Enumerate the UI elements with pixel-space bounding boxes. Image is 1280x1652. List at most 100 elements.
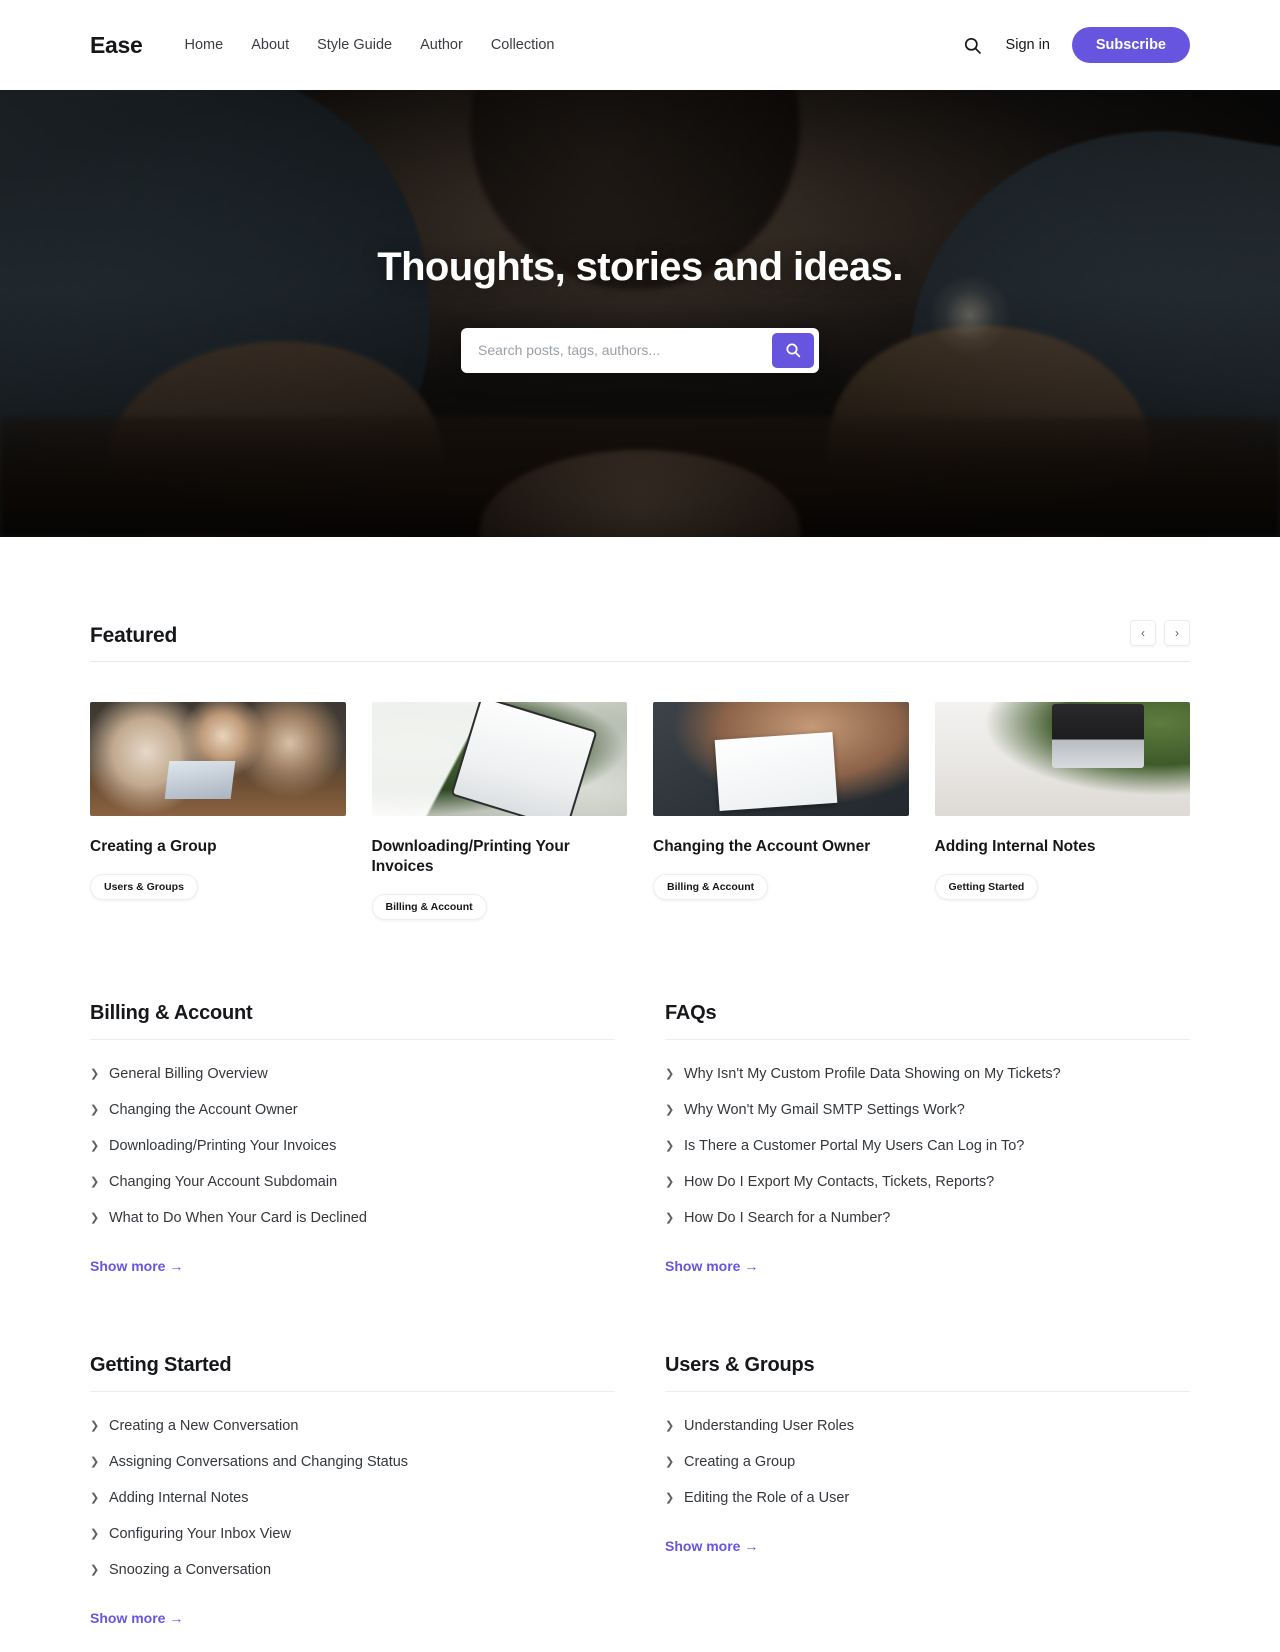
tag-chip[interactable]: Billing & Account <box>653 874 769 901</box>
chevron-right-icon: ❯ <box>665 1211 675 1224</box>
chevron-right-icon: ❯ <box>90 1527 100 1540</box>
featured-card-tags: Getting Started <box>934 874 1191 901</box>
sign-in-link[interactable]: Sign in <box>1006 37 1050 53</box>
nav-item-about[interactable]: About <box>251 37 289 53</box>
featured-title: Featured <box>90 624 178 647</box>
tag-chip[interactable]: Billing & Account <box>371 894 487 921</box>
chevron-left-icon[interactable]: ‹ <box>1130 620 1156 646</box>
show-more-link[interactable]: Show more → <box>665 1258 758 1274</box>
category-link[interactable]: Downloading/Printing Your Invoices <box>109 1138 336 1154</box>
category-block-users-groups: Users & Groups ❯ Understanding User Role… <box>665 1354 1190 1652</box>
featured-card-title: Downloading/Printing Your Invoices <box>371 838 570 876</box>
list-item[interactable]: ❯ Changing Your Account Subdomain <box>90 1174 615 1190</box>
list-item[interactable]: ❯ What to Do When Your Card is Declined <box>90 1210 615 1226</box>
featured-card-image <box>934 702 1190 816</box>
chevron-right-icon: ❯ <box>665 1419 675 1432</box>
search-submit-button[interactable] <box>772 332 814 368</box>
featured-card-title: Adding Internal Notes <box>934 838 1096 855</box>
category-link[interactable]: Editing the Role of a User <box>684 1490 849 1506</box>
featured-card-tags: Billing & Account <box>653 874 909 901</box>
list-item[interactable]: ❯ Downloading/Printing Your Invoices <box>90 1138 615 1154</box>
list-item[interactable]: ❯ General Billing Overview <box>90 1066 615 1082</box>
category-link[interactable]: What to Do When Your Card is Declined <box>109 1210 367 1226</box>
list-item[interactable]: ❯ Why Isn't My Custom Profile Data Showi… <box>665 1066 1190 1082</box>
category-link[interactable]: Why Isn't My Custom Profile Data Showing… <box>684 1066 1061 1082</box>
category-link[interactable]: Changing the Account Owner <box>109 1102 298 1118</box>
featured-section: Featured ‹ › Creating a Group Users & Gr… <box>90 620 1191 921</box>
list-item[interactable]: ❯ Snoozing a Conversation <box>90 1562 615 1578</box>
list-item[interactable]: ❯ Configuring Your Inbox View <box>90 1526 615 1542</box>
tag-chip[interactable]: Getting Started <box>934 874 1039 901</box>
chevron-right-icon: ❯ <box>90 1175 100 1188</box>
featured-card-image <box>653 702 909 816</box>
show-more-link[interactable]: Show more → <box>665 1538 758 1554</box>
chevron-right-icon: ❯ <box>665 1103 675 1116</box>
chevron-right-icon: ❯ <box>90 1211 100 1224</box>
main-content: Featured ‹ › Creating a Group Users & Gr… <box>0 620 1280 1652</box>
category-link[interactable]: Creating a Group <box>684 1454 795 1470</box>
chevron-right-icon: ❯ <box>90 1563 100 1576</box>
featured-grid: Creating a Group Users & Groups Download… <box>90 702 1191 921</box>
site-header: Ease Home About Style Guide Author Colle… <box>0 0 1280 90</box>
show-more-link[interactable]: Show more → <box>90 1610 183 1626</box>
list-item[interactable]: ❯ Understanding User Roles <box>665 1418 1190 1434</box>
category-link[interactable]: Snoozing a Conversation <box>109 1562 271 1578</box>
nav-item-author[interactable]: Author <box>420 37 463 53</box>
chevron-right-icon: ❯ <box>90 1491 100 1504</box>
category-link[interactable]: How Do I Export My Contacts, Tickets, Re… <box>684 1174 994 1190</box>
chevron-right-icon: ❯ <box>90 1455 100 1468</box>
list-item[interactable]: ❯ Changing the Account Owner <box>90 1102 615 1118</box>
tag-chip[interactable]: Users & Groups <box>90 874 198 901</box>
search-icon[interactable] <box>962 34 984 56</box>
category-list: ❯ Understanding User Roles ❯ Creating a … <box>665 1418 1190 1506</box>
category-link[interactable]: Creating a New Conversation <box>109 1418 298 1434</box>
chevron-right-icon: ❯ <box>665 1067 675 1080</box>
featured-card[interactable]: Adding Internal Notes Getting Started <box>934 702 1191 920</box>
nav-item-home[interactable]: Home <box>185 37 224 53</box>
featured-card-title: Changing the Account Owner <box>653 838 871 855</box>
category-link[interactable]: Assigning Conversations and Changing Sta… <box>109 1454 408 1470</box>
category-title: FAQs <box>665 1002 1190 1041</box>
site-logo[interactable]: Ease <box>90 32 143 59</box>
hero-search-form <box>461 327 819 373</box>
featured-card-tags: Billing & Account <box>371 894 628 921</box>
featured-card-tags: Users & Groups <box>90 874 346 901</box>
list-item[interactable]: ❯ Adding Internal Notes <box>90 1490 615 1506</box>
chevron-right-icon: ❯ <box>90 1419 100 1432</box>
category-link[interactable]: Is There a Customer Portal My Users Can … <box>684 1138 1024 1154</box>
featured-card[interactable]: Changing the Account Owner Billing & Acc… <box>653 702 909 920</box>
list-item[interactable]: ❯ Creating a Group <box>665 1454 1190 1470</box>
list-item[interactable]: ❯ How Do I Export My Contacts, Tickets, … <box>665 1174 1190 1190</box>
category-link[interactable]: How Do I Search for a Number? <box>684 1210 890 1226</box>
list-item[interactable]: ❯ Creating a New Conversation <box>90 1418 615 1434</box>
nav-item-style-guide[interactable]: Style Guide <box>317 37 392 53</box>
category-link[interactable]: General Billing Overview <box>109 1066 268 1082</box>
category-link[interactable]: Changing Your Account Subdomain <box>109 1174 337 1190</box>
featured-card[interactable]: Downloading/Printing Your Invoices Billi… <box>371 702 628 921</box>
category-link[interactable]: Why Won't My Gmail SMTP Settings Work? <box>684 1102 965 1118</box>
chevron-right-icon: ❯ <box>90 1139 100 1152</box>
list-item[interactable]: ❯ Editing the Role of a User <box>665 1490 1190 1506</box>
hero-section: Thoughts, stories and ideas. <box>0 90 1280 537</box>
category-link[interactable]: Configuring Your Inbox View <box>109 1526 291 1542</box>
category-title: Getting Started <box>90 1354 615 1393</box>
chevron-right-icon: ❯ <box>665 1139 675 1152</box>
search-input[interactable] <box>466 332 772 368</box>
list-item[interactable]: ❯ Assigning Conversations and Changing S… <box>90 1454 615 1470</box>
featured-card[interactable]: Creating a Group Users & Groups <box>90 702 346 920</box>
list-item[interactable]: ❯ Why Won't My Gmail SMTP Settings Work? <box>665 1102 1190 1118</box>
chevron-right-icon: ❯ <box>90 1103 100 1116</box>
category-link[interactable]: Understanding User Roles <box>684 1418 854 1434</box>
chevron-right-icon[interactable]: › <box>1164 620 1190 646</box>
featured-card-title: Creating a Group <box>90 838 217 855</box>
list-item[interactable]: ❯ Is There a Customer Portal My Users Ca… <box>665 1138 1190 1154</box>
category-block-billing-account: Billing & Account ❯ General Billing Over… <box>90 1002 615 1300</box>
nav-item-collection[interactable]: Collection <box>491 37 555 53</box>
category-block-faqs: FAQs ❯ Why Isn't My Custom Profile Data … <box>665 1002 1190 1300</box>
show-more-link[interactable]: Show more → <box>90 1258 183 1274</box>
subscribe-button[interactable]: Subscribe <box>1071 26 1190 64</box>
list-item[interactable]: ❯ How Do I Search for a Number? <box>665 1210 1190 1226</box>
category-block-getting-started: Getting Started ❯ Creating a New Convers… <box>90 1354 615 1652</box>
category-link[interactable]: Adding Internal Notes <box>109 1490 248 1506</box>
category-title: Billing & Account <box>90 1002 615 1041</box>
